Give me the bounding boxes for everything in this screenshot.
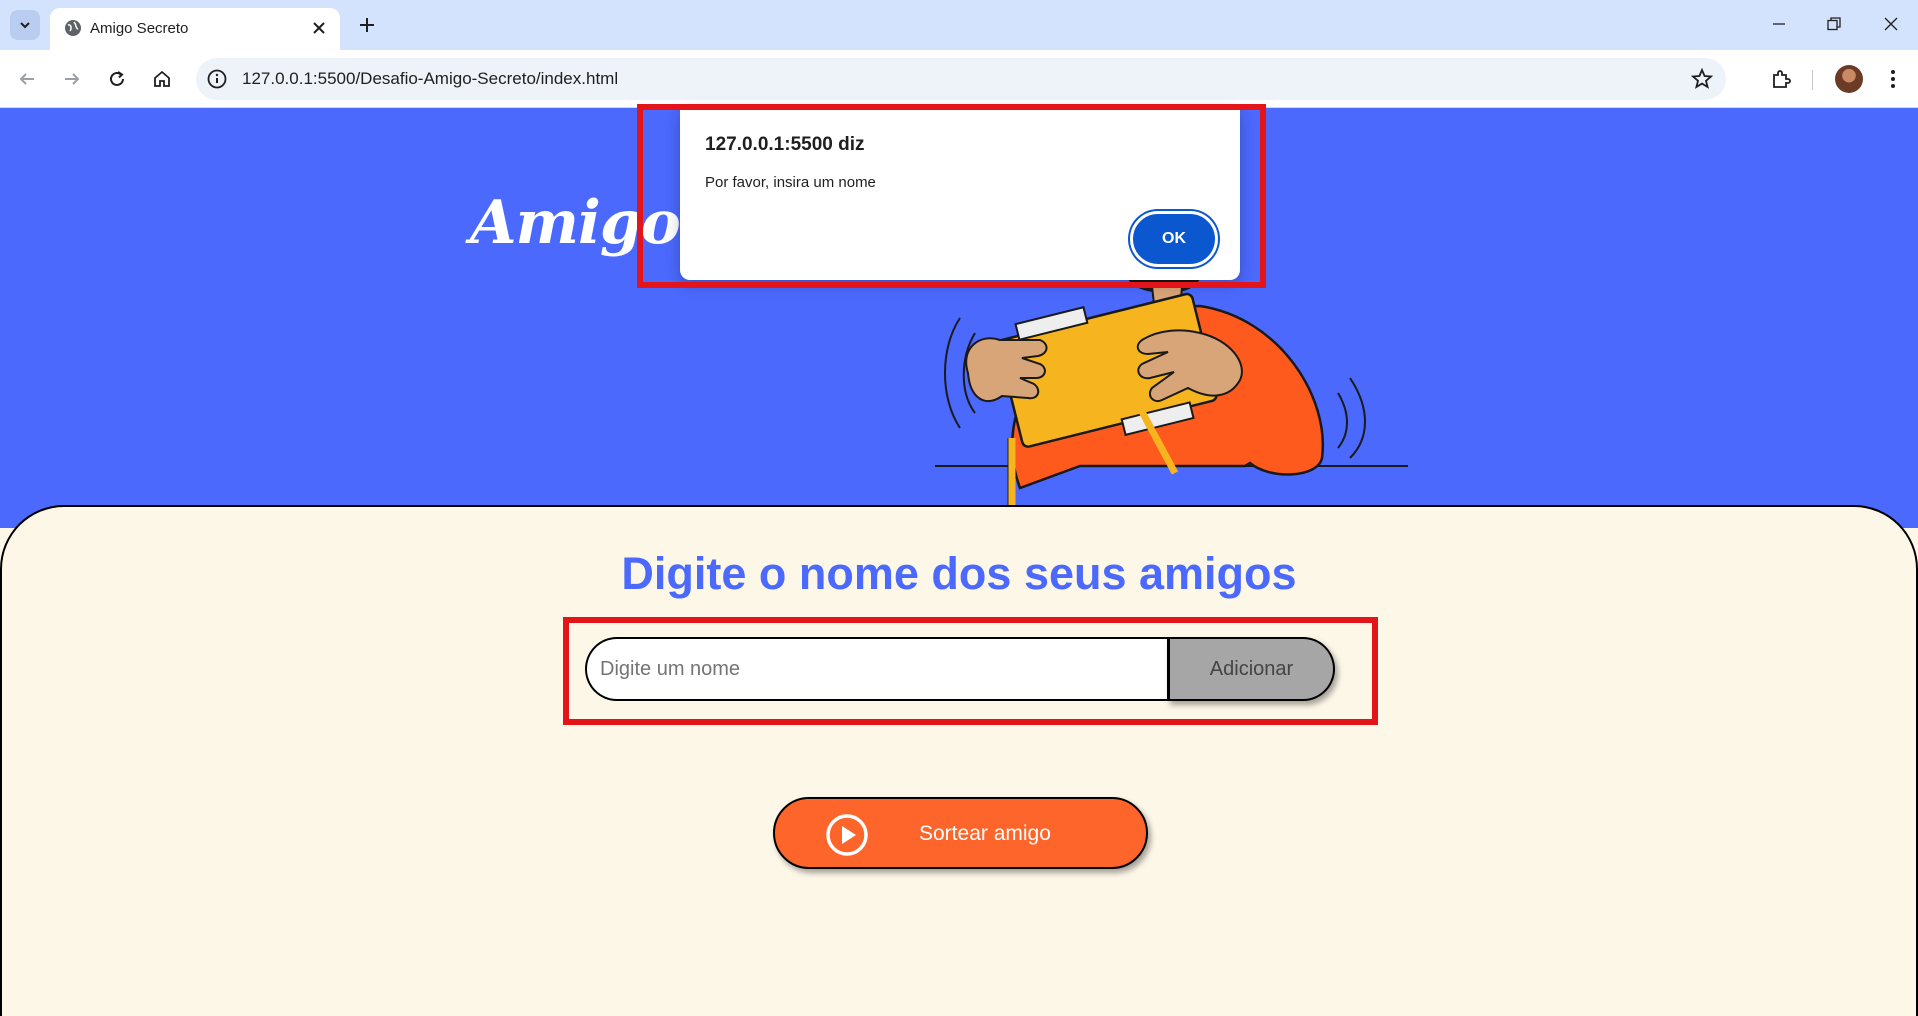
restore-icon (1827, 17, 1841, 31)
plus-icon (360, 18, 374, 32)
avatar[interactable] (1835, 65, 1863, 93)
more-vert-icon (1891, 70, 1895, 88)
tab-title: Amigo Secreto (90, 20, 189, 37)
home-button[interactable] (145, 62, 179, 96)
window-close-button[interactable] (1868, 6, 1914, 42)
input-highlight-box (563, 617, 1378, 725)
tab-strip: Amigo Secreto (0, 0, 1918, 50)
minimize-button[interactable] (1756, 6, 1802, 42)
draw-friend-button[interactable]: Sortear amigo (773, 797, 1148, 869)
forward-arrow-icon (65, 73, 80, 85)
new-tab-button[interactable] (352, 10, 382, 40)
star-icon[interactable] (1690, 67, 1714, 91)
close-icon (313, 22, 325, 34)
draw-button-label: Sortear amigo (919, 822, 1051, 845)
toolbar-separator (1812, 70, 1813, 90)
extensions-icon (1773, 70, 1791, 88)
section-title: Digite o nome dos seus amigos (621, 548, 1297, 599)
reload-icon (110, 71, 124, 86)
tab-amigo-secreto[interactable]: Amigo Secreto (50, 8, 340, 50)
site-info-icon[interactable] (206, 68, 228, 90)
window-close-icon (1884, 17, 1898, 31)
forward-button[interactable] (55, 62, 89, 96)
chevron-down-icon (20, 22, 30, 29)
minimize-icon (1773, 23, 1785, 25)
dialog-highlight-box (637, 104, 1266, 288)
close-tab-button[interactable] (308, 17, 330, 39)
reload-button[interactable] (100, 62, 134, 96)
address-bar[interactable]: 127.0.0.1:5500/Desafio-Amigo-Secreto/ind… (196, 58, 1726, 100)
tab-search-button[interactable] (10, 10, 40, 40)
url-text[interactable]: 127.0.0.1:5500/Desafio-Amigo-Secreto/ind… (242, 69, 618, 89)
back-arrow-icon (19, 73, 34, 85)
extensions-button[interactable] (1764, 62, 1798, 96)
home-icon (154, 70, 170, 87)
back-button[interactable] (10, 62, 44, 96)
play-circle-icon (826, 814, 868, 856)
browser-toolbar: 127.0.0.1:5500/Desafio-Amigo-Secreto/ind… (0, 50, 1918, 108)
menu-button[interactable] (1876, 62, 1910, 96)
globe-icon (65, 20, 81, 36)
restore-button[interactable] (1811, 6, 1857, 42)
